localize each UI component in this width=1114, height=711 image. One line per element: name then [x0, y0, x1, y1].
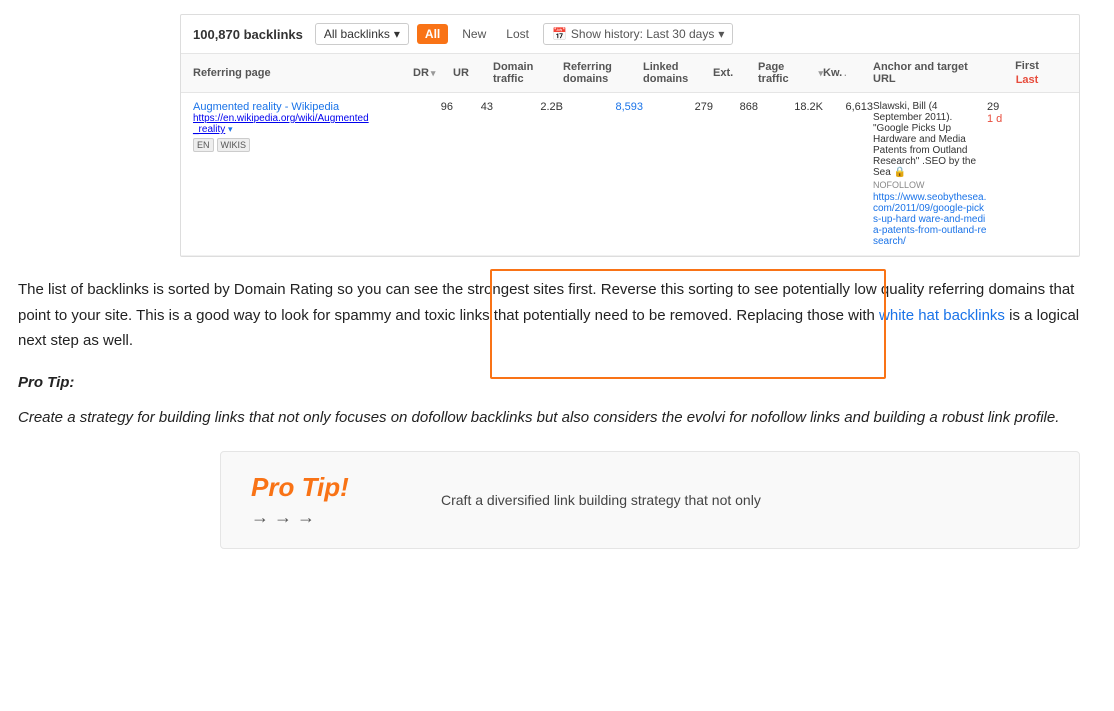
cell-page-traffic: 18.2K	[758, 101, 823, 113]
cell-kw: 6,613	[823, 101, 873, 113]
table-header: Referring page DR ▾ UR Domain traffic Re…	[181, 54, 1079, 93]
cell-referring-page: Augmented reality - Wikipedia https://en…	[193, 101, 413, 152]
page-title-link[interactable]: Augmented reality - Wikipedia	[193, 101, 339, 113]
lock-icon: 🔒	[894, 167, 906, 178]
filter-lost-button[interactable]: Lost	[500, 24, 535, 44]
cell-anchor-url: Slawski, Bill (4 September 2011). "Googl…	[873, 101, 987, 247]
chevron-down-icon: ▾	[394, 27, 400, 41]
cell-ur: 43	[453, 101, 493, 113]
pro-tip-body: Craft a diversified link building strate…	[441, 492, 761, 508]
white-hat-backlinks-link[interactable]: white hat backlinks	[879, 307, 1005, 324]
col-referring-domains[interactable]: Referring domains	[563, 60, 643, 86]
target-url-link[interactable]: https://www.seobythesea.com/2011/09/goog…	[873, 192, 986, 247]
sort-icon: ▾	[431, 68, 436, 79]
last-seen: 1 d	[987, 113, 1067, 125]
tag-wikis: WIKIS	[217, 138, 251, 152]
table-toolbar: 100,870 backlinks All backlinks ▾ All Ne…	[181, 15, 1079, 54]
cell-ext: 868	[713, 101, 758, 113]
cell-referring-domains[interactable]: 8,593	[563, 101, 643, 113]
pro-tip-left: Pro Tip! → → →	[251, 472, 411, 528]
filter-new-button[interactable]: New	[456, 24, 492, 44]
backlinks-count: 100,870 backlinks	[193, 27, 303, 42]
col-ext[interactable]: Ext.	[713, 60, 758, 86]
sort-icon: .	[844, 68, 847, 78]
cell-linked-domains: 279	[643, 101, 713, 113]
pro-tip-title: Pro Tip!	[251, 472, 411, 503]
page-tags: EN WIKIS	[193, 138, 413, 152]
main-content: The list of backlinks is sorted by Domai…	[0, 257, 1114, 431]
backlinks-table-container: 100,870 backlinks All backlinks ▾ All Ne…	[180, 14, 1080, 257]
all-backlinks-button[interactable]: All backlinks ▾	[315, 23, 409, 45]
nofollow-badge: NOFOLLOW	[873, 180, 987, 190]
body-paragraph-1: The list of backlinks is sorted by Domai…	[18, 277, 1096, 354]
page-url: https://en.wikipedia.org/wiki/Augmented_…	[193, 113, 413, 135]
cell-domain-traffic: 2.2B	[493, 101, 563, 113]
col-anchor-url[interactable]: Anchor and target URL	[873, 60, 987, 86]
cell-dr: 96	[413, 101, 453, 113]
filter-all-button[interactable]: All	[417, 24, 448, 44]
pro-tip-arrows: → → →	[251, 507, 411, 528]
chevron-down-icon: ▾	[228, 124, 233, 134]
cell-first-last: 29 1 d	[987, 101, 1067, 125]
col-page-traffic[interactable]: Page traffic ▾	[758, 60, 823, 86]
calendar-icon: 📅	[552, 27, 567, 41]
col-kw[interactable]: Kw. .	[823, 60, 873, 86]
col-dr[interactable]: DR ▾	[413, 60, 453, 86]
col-ur[interactable]: UR	[453, 60, 493, 86]
table-row: Augmented reality - Wikipedia https://en…	[181, 93, 1079, 256]
col-domain-traffic[interactable]: Domain traffic	[493, 60, 563, 86]
col-linked-domains[interactable]: Linked domains	[643, 60, 713, 86]
history-button[interactable]: 📅 Show history: Last 30 days ▾	[543, 23, 733, 45]
col-referring-page: Referring page	[193, 60, 413, 86]
first-seen: 29	[987, 101, 1067, 113]
tag-en: EN	[193, 138, 214, 152]
chevron-down-icon: ▾	[718, 27, 724, 41]
col-first-last[interactable]: First Last	[987, 60, 1067, 86]
pro-tip-box: Pro Tip! → → → Craft a diversified link …	[220, 451, 1080, 549]
pro-tip-italic-text: Create a strategy for building links tha…	[18, 405, 1096, 431]
pro-tip-label: Pro Tip:	[18, 370, 1096, 396]
